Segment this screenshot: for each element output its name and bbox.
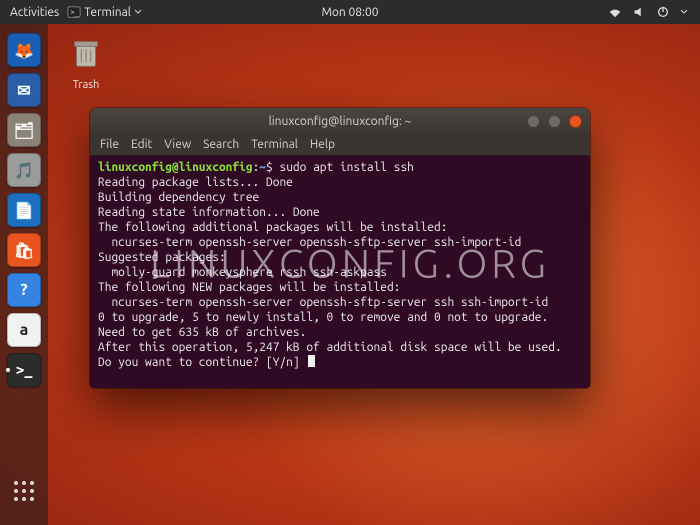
files-icon: 🗂 [7, 113, 41, 147]
show-applications-button[interactable] [4, 471, 44, 511]
system-status-area[interactable] [608, 5, 700, 19]
dock: 🦊 ✉ 🗂 🎵 📄 🛍? a >_ [0, 24, 48, 525]
terminal-cursor [308, 355, 315, 367]
menu-file[interactable]: File [100, 138, 119, 151]
dock-item-software[interactable]: 🛍 [4, 230, 44, 270]
top-bar: Activities >_ Terminal Mon 08:00 [0, 0, 700, 24]
menu-edit[interactable]: Edit [131, 138, 152, 151]
terminal-window: linuxconfig@linuxconfig: ~ File Edit Vie… [90, 108, 590, 388]
menu-help[interactable]: Help [310, 138, 335, 151]
appmenu-label: Terminal [84, 6, 131, 19]
help-icon: ? [7, 273, 41, 307]
chevron-down-icon [680, 8, 688, 16]
dock-item-firefox[interactable]: 🦊 [4, 30, 44, 70]
desktop-trash-label: Trash [58, 79, 114, 91]
window-close-button[interactable] [569, 115, 582, 128]
volume-icon [632, 5, 646, 19]
terminal-output[interactable]: linuxconfig@linuxconfig:~$ sudo apt inst… [90, 156, 590, 388]
dock-item-amazon[interactable]: a [4, 310, 44, 350]
terminal-icon: >_ [7, 353, 41, 387]
firefox-icon: 🦊 [7, 33, 41, 67]
menu-view[interactable]: View [164, 138, 191, 151]
desktop-trash[interactable]: Trash [58, 34, 114, 91]
window-maximize-button[interactable] [548, 115, 561, 128]
menu-terminal[interactable]: Terminal [251, 138, 298, 151]
thunderbird-icon: ✉ [7, 73, 41, 107]
rhythmbox-icon: 🎵 [7, 153, 41, 187]
power-icon [656, 5, 670, 19]
window-title: linuxconfig@linuxconfig: ~ [269, 115, 412, 128]
software-icon: 🛍 [7, 233, 41, 267]
svg-text:>_: >_ [71, 9, 80, 17]
dock-item-writer[interactable]: 📄 [4, 190, 44, 230]
network-icon [608, 5, 622, 19]
amazon-icon: a [7, 313, 41, 347]
trash-icon [67, 34, 105, 72]
clock[interactable]: Mon 08:00 [321, 6, 378, 19]
window-minimize-button[interactable] [527, 115, 540, 128]
dock-item-files[interactable]: 🗂 [4, 110, 44, 150]
window-titlebar[interactable]: linuxconfig@linuxconfig: ~ [90, 108, 590, 134]
menubar: File Edit View Search Terminal Help [90, 134, 590, 156]
dock-item-terminal[interactable]: >_ [4, 350, 44, 390]
terminal-icon: >_ [67, 5, 81, 19]
chevron-down-icon [134, 8, 142, 16]
dock-item-help[interactable]: ? [4, 270, 44, 310]
dock-item-rhythmbox[interactable]: 🎵 [4, 150, 44, 190]
activities-button[interactable]: Activities [10, 6, 59, 19]
apps-grid-icon [11, 478, 37, 504]
dock-item-thunderbird[interactable]: ✉ [4, 70, 44, 110]
menu-search[interactable]: Search [203, 138, 239, 151]
writer-icon: 📄 [7, 193, 41, 227]
appmenu-terminal[interactable]: >_ Terminal [63, 5, 146, 19]
